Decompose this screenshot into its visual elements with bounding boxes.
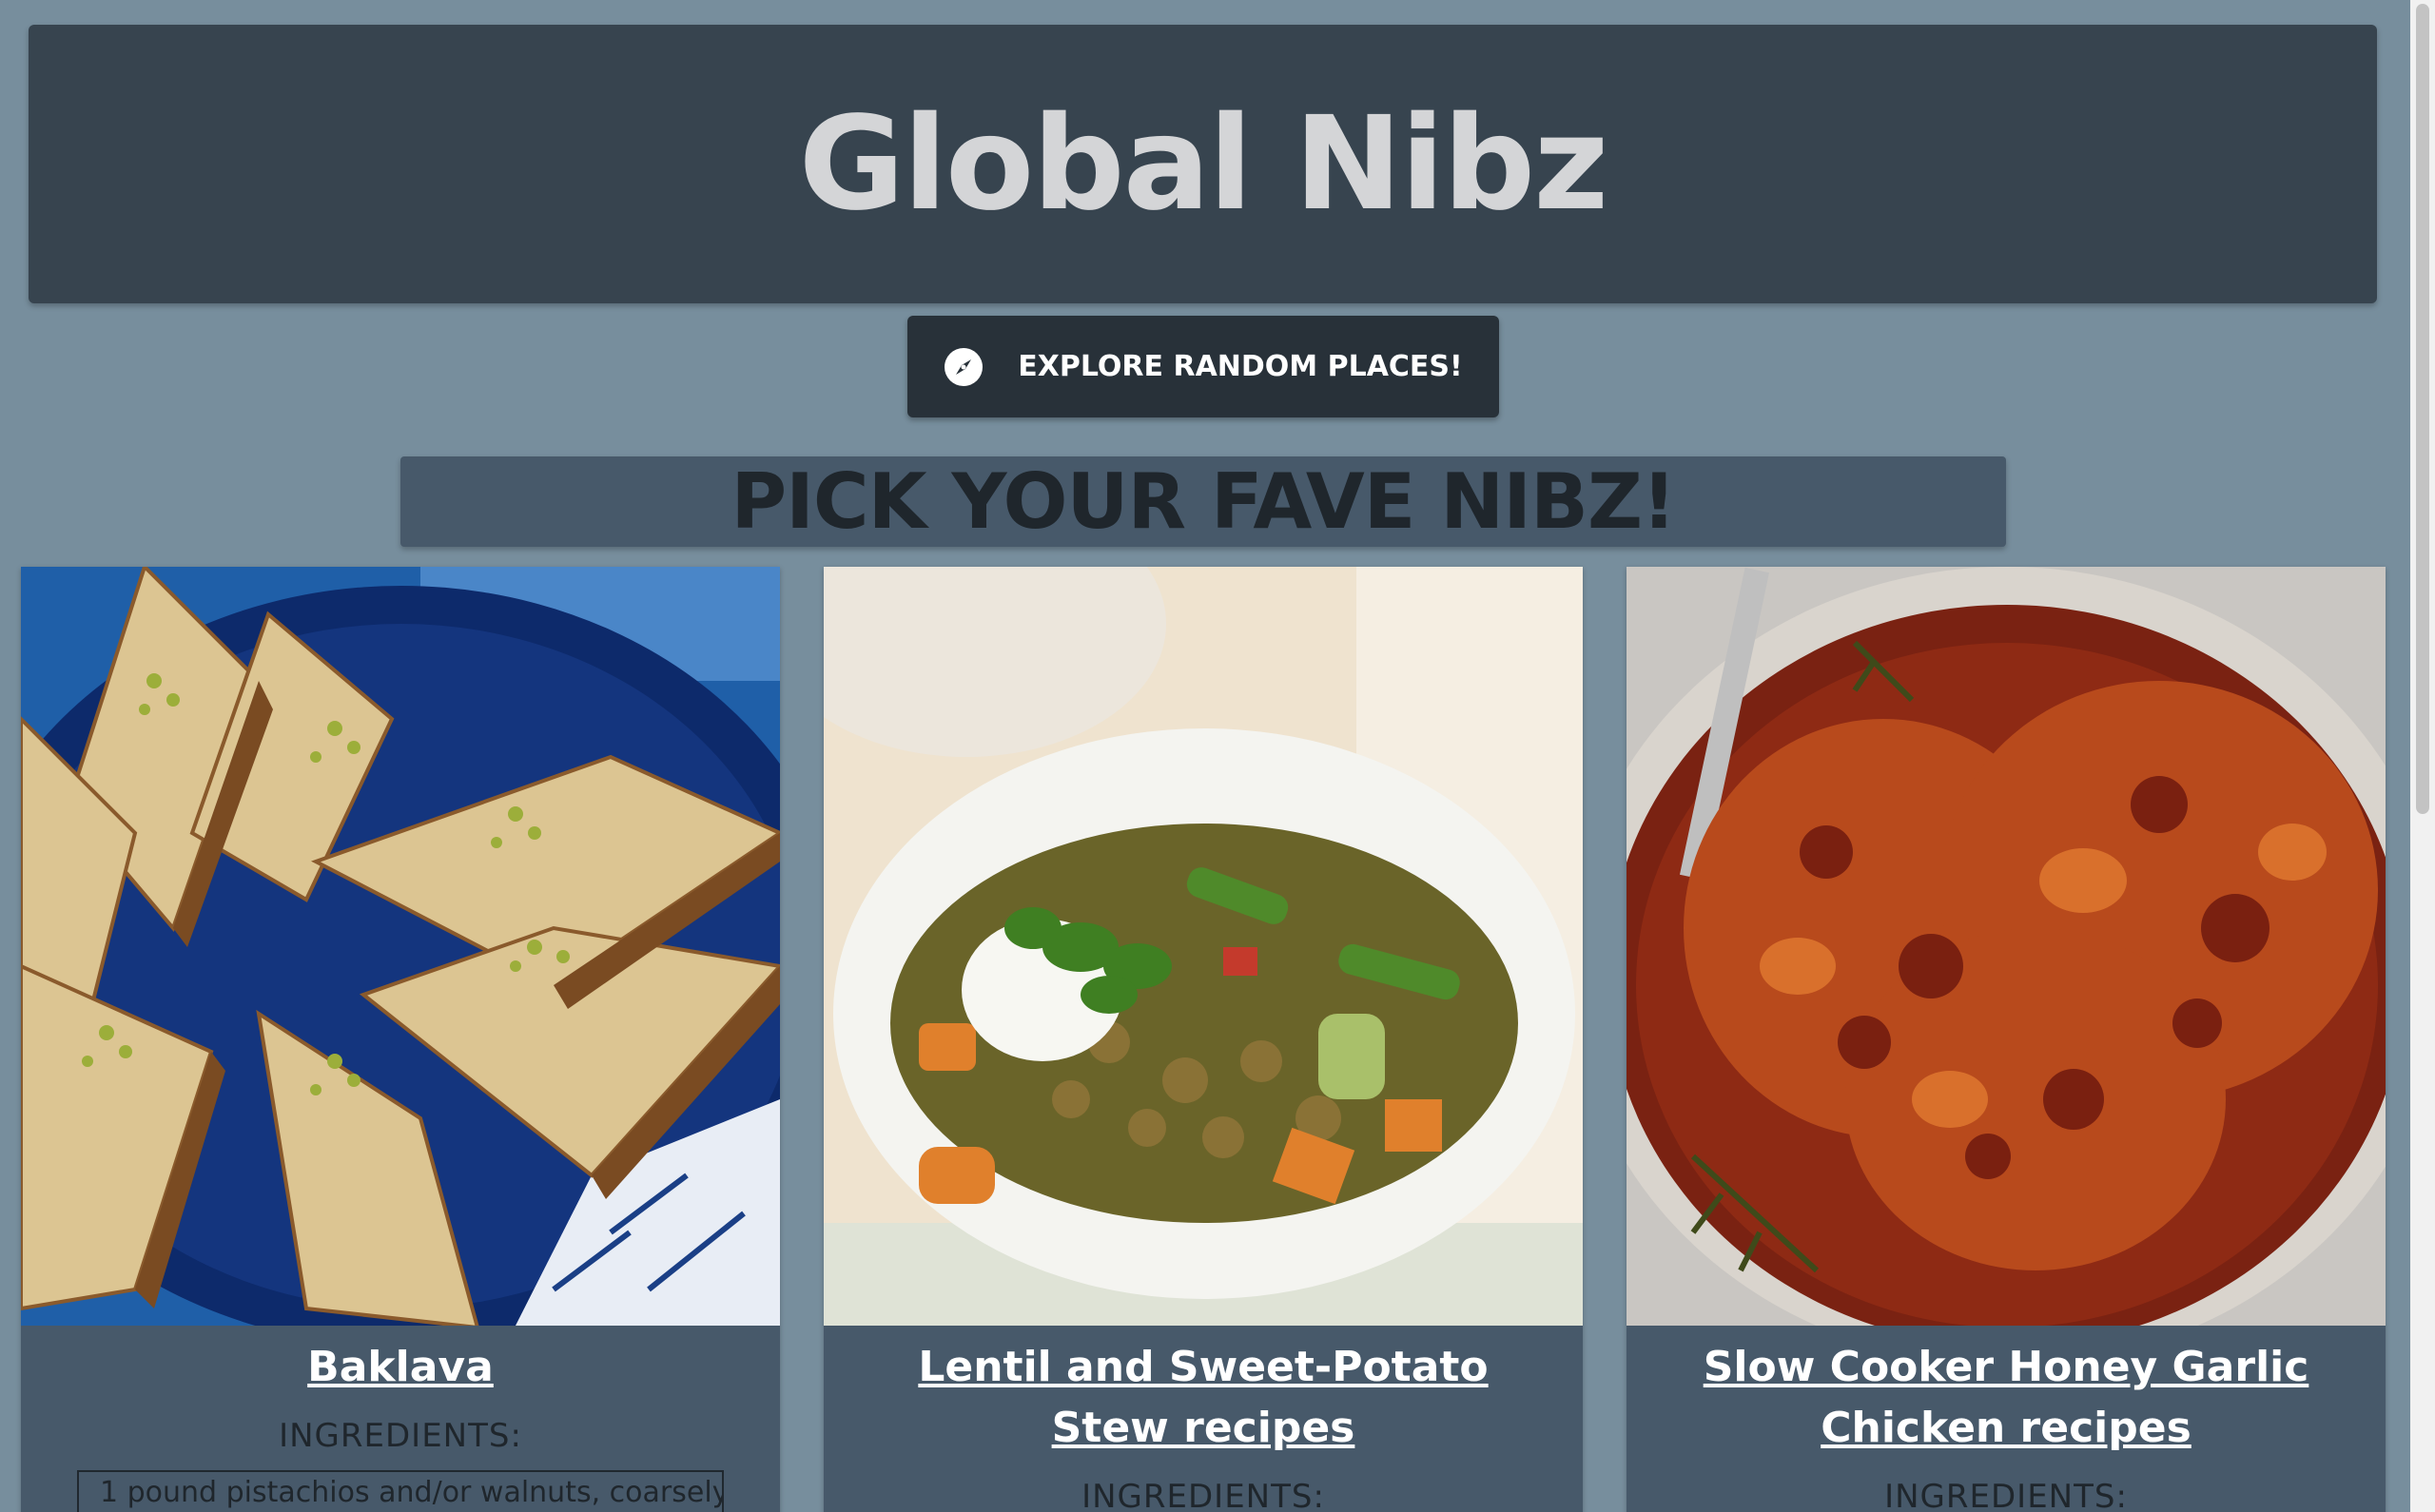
vertical-scrollbar[interactable] [2410,0,2435,1512]
scrollbar-thumb[interactable] [2416,4,2429,814]
recipe-card: Lentil and Sweet-Potato Stew recipes ING… [824,567,1583,1512]
recipe-card: Baklava INGREDIENTS: 1 pound pistachios … [21,567,780,1512]
ingredients-label: INGREDIENTS: [1081,1478,1325,1512]
section-title: PICK YOUR FAVE NIBZ! [730,457,1676,546]
baklava-photo [21,567,780,1326]
ingredients-label: INGREDIENTS: [279,1417,522,1455]
lentil-stew-photo [824,567,1583,1326]
recipe-card: Slow Cooker Honey Garlic Chicken recipes… [1627,567,2386,1512]
site-title: Global Nibz [798,88,1609,240]
ingredients-label: INGREDIENTS: [1884,1478,2128,1512]
section-header: PICK YOUR FAVE NIBZ! [400,456,2006,547]
explore-random-places-button[interactable]: EXPLORE RANDOM PLACES! [907,316,1499,417]
honey-garlic-chicken-photo [1627,567,2386,1326]
compass-icon [944,347,984,387]
explore-button-label: EXPLORE RANDOM PLACES! [1018,350,1463,383]
recipe-title-link[interactable]: Lentil and Sweet-Potato Stew recipes [862,1337,1545,1459]
site-header: Global Nibz [29,25,2377,303]
recipe-title-link[interactable]: Baklava [59,1337,742,1398]
ingredients-list[interactable]: 1 pound pistachios and/or walnuts, coars… [77,1470,724,1512]
page: Global Nibz EXPLORE RANDOM PLACES! PICK … [0,0,2435,1512]
recipe-title-link[interactable]: Slow Cooker Honey Garlic Chicken recipes [1665,1337,2347,1459]
